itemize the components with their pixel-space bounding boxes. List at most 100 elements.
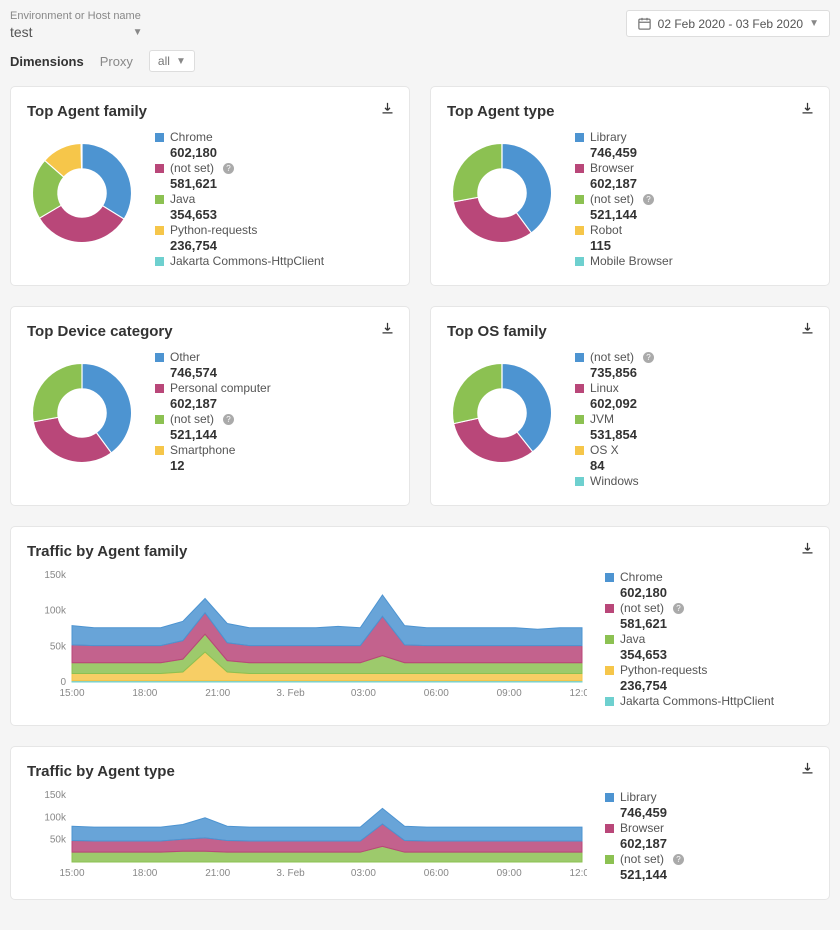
legend-item[interactable]: (not set)? xyxy=(155,412,393,426)
env-value: test xyxy=(10,24,33,40)
legend-item[interactable]: Mobile Browser xyxy=(575,254,813,268)
download-button[interactable] xyxy=(800,321,815,339)
legend-item[interactable]: Browser xyxy=(605,821,813,835)
legend-value: 531,854 xyxy=(590,427,813,442)
legend-label: Robot xyxy=(590,223,622,237)
date-range-picker[interactable]: 02 Feb 2020 - 03 Feb 2020 ▼ xyxy=(626,10,830,37)
card-agent-family: Top Agent family Chrome602,180(not set)?… xyxy=(10,86,410,286)
legend-swatch xyxy=(575,446,584,455)
help-icon[interactable]: ? xyxy=(223,163,234,174)
legend-label: Mobile Browser xyxy=(590,254,673,268)
legend-item[interactable]: Java xyxy=(605,632,813,646)
download-button[interactable] xyxy=(800,761,815,779)
svg-text:09:00: 09:00 xyxy=(497,688,522,699)
legend: Chrome602,180(not set)?581,621Java354,65… xyxy=(155,130,393,269)
legend-value: 581,621 xyxy=(620,616,813,631)
legend-label: Library xyxy=(620,790,657,804)
legend-value: 236,754 xyxy=(620,678,813,693)
legend-label: Java xyxy=(620,632,645,646)
legend-item[interactable]: Robot xyxy=(575,223,813,237)
legend-swatch xyxy=(605,604,614,613)
svg-text:18:00: 18:00 xyxy=(132,868,157,879)
legend-swatch xyxy=(155,226,164,235)
svg-text:21:00: 21:00 xyxy=(205,688,230,699)
legend-item[interactable]: Other xyxy=(155,350,393,364)
area-chart: 050k100k150k15:0018:0021:003. Feb03:0006… xyxy=(27,570,587,700)
legend-item[interactable]: Python-requests xyxy=(605,663,813,677)
help-icon[interactable]: ? xyxy=(643,352,654,363)
legend-value: 602,187 xyxy=(590,176,813,191)
proxy-selector[interactable]: all ▼ xyxy=(149,50,195,72)
legend-item[interactable]: Personal computer xyxy=(155,381,393,395)
legend-item[interactable]: Browser xyxy=(575,161,813,175)
legend-item[interactable]: Java xyxy=(155,192,393,206)
svg-text:3. Feb: 3. Feb xyxy=(276,868,305,879)
download-button[interactable] xyxy=(380,321,395,339)
help-icon[interactable]: ? xyxy=(673,854,684,865)
legend-item[interactable]: OS X xyxy=(575,443,813,457)
legend-label: (not set) xyxy=(170,161,214,175)
card-agent-type: Top Agent type Library746,459Browser602,… xyxy=(430,86,830,286)
download-icon xyxy=(800,321,815,336)
help-icon[interactable]: ? xyxy=(223,414,234,425)
legend-item[interactable]: Chrome xyxy=(605,570,813,584)
legend-swatch xyxy=(575,226,584,235)
legend-item[interactable]: Linux xyxy=(575,381,813,395)
svg-text:09:00: 09:00 xyxy=(497,868,522,879)
legend-value: 602,180 xyxy=(620,585,813,600)
legend-item[interactable]: Windows xyxy=(575,474,813,488)
card-traffic-agent-type: Traffic by Agent type 50k100k150k15:0018… xyxy=(10,746,830,900)
svg-text:3. Feb: 3. Feb xyxy=(276,688,305,699)
env-label: Environment or Host name xyxy=(10,10,142,22)
legend-swatch xyxy=(575,415,584,424)
tab-proxy[interactable]: Proxy xyxy=(100,54,133,69)
legend-item[interactable]: Python-requests xyxy=(155,223,393,237)
card-title: Traffic by Agent family xyxy=(27,543,813,560)
svg-text:03:00: 03:00 xyxy=(351,688,376,699)
donut-chart xyxy=(447,358,557,468)
help-icon[interactable]: ? xyxy=(643,194,654,205)
legend-item[interactable]: Chrome xyxy=(155,130,393,144)
legend: Chrome602,180(not set)?581,621Java354,65… xyxy=(605,570,813,709)
download-icon xyxy=(800,761,815,776)
legend-item[interactable]: (not set)? xyxy=(605,852,813,866)
svg-text:12:00: 12:00 xyxy=(569,688,587,699)
download-button[interactable] xyxy=(380,101,395,119)
legend-item[interactable]: Library xyxy=(605,790,813,804)
chevron-down-icon: ▼ xyxy=(133,27,143,38)
legend-value: 602,180 xyxy=(170,145,393,160)
svg-text:06:00: 06:00 xyxy=(424,868,449,879)
card-device-category: Top Device category Other746,574Personal… xyxy=(10,306,410,506)
legend-value: 521,144 xyxy=(170,427,393,442)
legend-label: (not set) xyxy=(620,601,664,615)
download-button[interactable] xyxy=(800,541,815,559)
download-button[interactable] xyxy=(800,101,815,119)
legend-item[interactable]: (not set)? xyxy=(155,161,393,175)
legend-item[interactable]: (not set)? xyxy=(605,601,813,615)
legend-item[interactable]: (not set)? xyxy=(575,192,813,206)
legend-item[interactable]: Library xyxy=(575,130,813,144)
legend-swatch xyxy=(605,793,614,802)
legend-item[interactable]: (not set)? xyxy=(575,350,813,364)
date-range-text: 02 Feb 2020 - 03 Feb 2020 xyxy=(658,17,803,31)
donut-chart xyxy=(27,358,137,468)
download-icon xyxy=(800,101,815,116)
legend-item[interactable]: Jakarta Commons-HttpClient xyxy=(155,254,393,268)
tab-dimensions[interactable]: Dimensions xyxy=(10,54,84,69)
card-title: Top Agent type xyxy=(447,103,813,120)
legend-item[interactable]: JVM xyxy=(575,412,813,426)
legend-item[interactable]: Smartphone xyxy=(155,443,393,457)
help-icon[interactable]: ? xyxy=(673,603,684,614)
legend-item[interactable]: Jakarta Commons-HttpClient xyxy=(605,694,813,708)
env-selector[interactable]: Environment or Host name test ▼ xyxy=(10,10,142,40)
legend-value: 521,144 xyxy=(590,207,813,222)
legend-swatch xyxy=(155,415,164,424)
legend-label: Browser xyxy=(590,161,634,175)
legend-value: 602,187 xyxy=(170,396,393,411)
svg-text:100k: 100k xyxy=(44,606,67,617)
legend-label: Smartphone xyxy=(170,443,235,457)
legend-swatch xyxy=(155,257,164,266)
legend-swatch xyxy=(155,195,164,204)
legend-value: 746,459 xyxy=(590,145,813,160)
legend-swatch xyxy=(605,573,614,582)
